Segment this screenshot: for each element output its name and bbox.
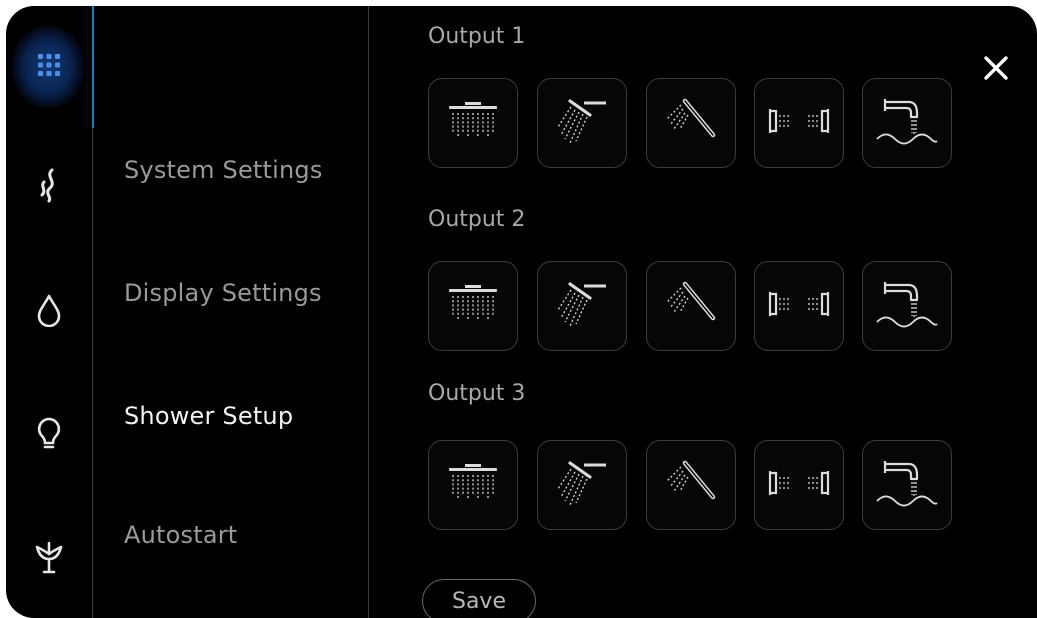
output-1-bath-spout-tile[interactable] [862, 78, 952, 168]
bath-spout-icon [875, 276, 939, 336]
overhead-shower-icon [552, 276, 612, 336]
light-bulb-icon [36, 416, 62, 456]
water-drop-icon [36, 293, 62, 331]
rail-water-button[interactable] [6, 282, 92, 342]
rain-shower-icon [443, 96, 503, 150]
settings-menu: System Settings Display Settings Shower … [94, 6, 369, 618]
menu-item-shower-setup[interactable]: Shower Setup [124, 402, 293, 430]
output-1-overhead-shower-tile[interactable] [537, 78, 627, 168]
output-2-bath-spout-tile[interactable] [862, 261, 952, 351]
output-3-overhead-shower-tile[interactable] [537, 440, 627, 530]
menu-item-autostart[interactable]: Autostart [124, 521, 237, 549]
shower-controller-screen: System Settings Display Settings Shower … [6, 6, 1037, 618]
output-3-hand-shower-tile[interactable] [646, 440, 736, 530]
rail-light-button[interactable] [6, 406, 92, 466]
hand-shower-icon [661, 276, 721, 336]
overhead-shower-icon [552, 93, 612, 153]
output-2-overhead-shower-tile[interactable] [537, 261, 627, 351]
output-3-label: Output 3 [428, 381, 526, 406]
menu-item-display-settings[interactable]: Display Settings [124, 279, 322, 307]
output-1-hand-shower-tile[interactable] [646, 78, 736, 168]
body-jets-icon [764, 101, 834, 145]
output-2-rain-shower-tile[interactable] [428, 261, 518, 351]
body-jets-icon [764, 284, 834, 328]
close-button[interactable] [976, 50, 1016, 90]
rain-shower-icon [443, 279, 503, 333]
output-3-body-jets-tile[interactable] [754, 440, 844, 530]
icon-rail [6, 6, 93, 618]
rail-aroma-button[interactable] [6, 530, 92, 590]
rail-settings-button[interactable] [6, 37, 92, 97]
output-1-rain-shower-tile[interactable] [428, 78, 518, 168]
output-3-bath-spout-tile[interactable] [862, 440, 952, 530]
hand-shower-icon [661, 455, 721, 515]
bath-spout-icon [875, 93, 939, 153]
aroma-flower-icon [33, 541, 65, 579]
rain-shower-icon [443, 458, 503, 512]
output-1-label: Output 1 [428, 24, 526, 49]
steam-icon [35, 167, 63, 207]
output-2-label: Output 2 [428, 207, 526, 232]
output-1-body-jets-tile[interactable] [754, 78, 844, 168]
bath-spout-icon [875, 455, 939, 515]
hand-shower-icon [661, 93, 721, 153]
menu-item-system-settings[interactable]: System Settings [124, 156, 323, 184]
overhead-shower-icon [552, 455, 612, 515]
grid-icon [36, 52, 62, 82]
body-jets-icon [764, 463, 834, 507]
close-icon [982, 54, 1010, 86]
output-3-rain-shower-tile[interactable] [428, 440, 518, 530]
output-2-body-jets-tile[interactable] [754, 261, 844, 351]
rail-steam-button[interactable] [6, 157, 92, 217]
output-2-hand-shower-tile[interactable] [646, 261, 736, 351]
save-button[interactable]: Save [422, 579, 536, 618]
